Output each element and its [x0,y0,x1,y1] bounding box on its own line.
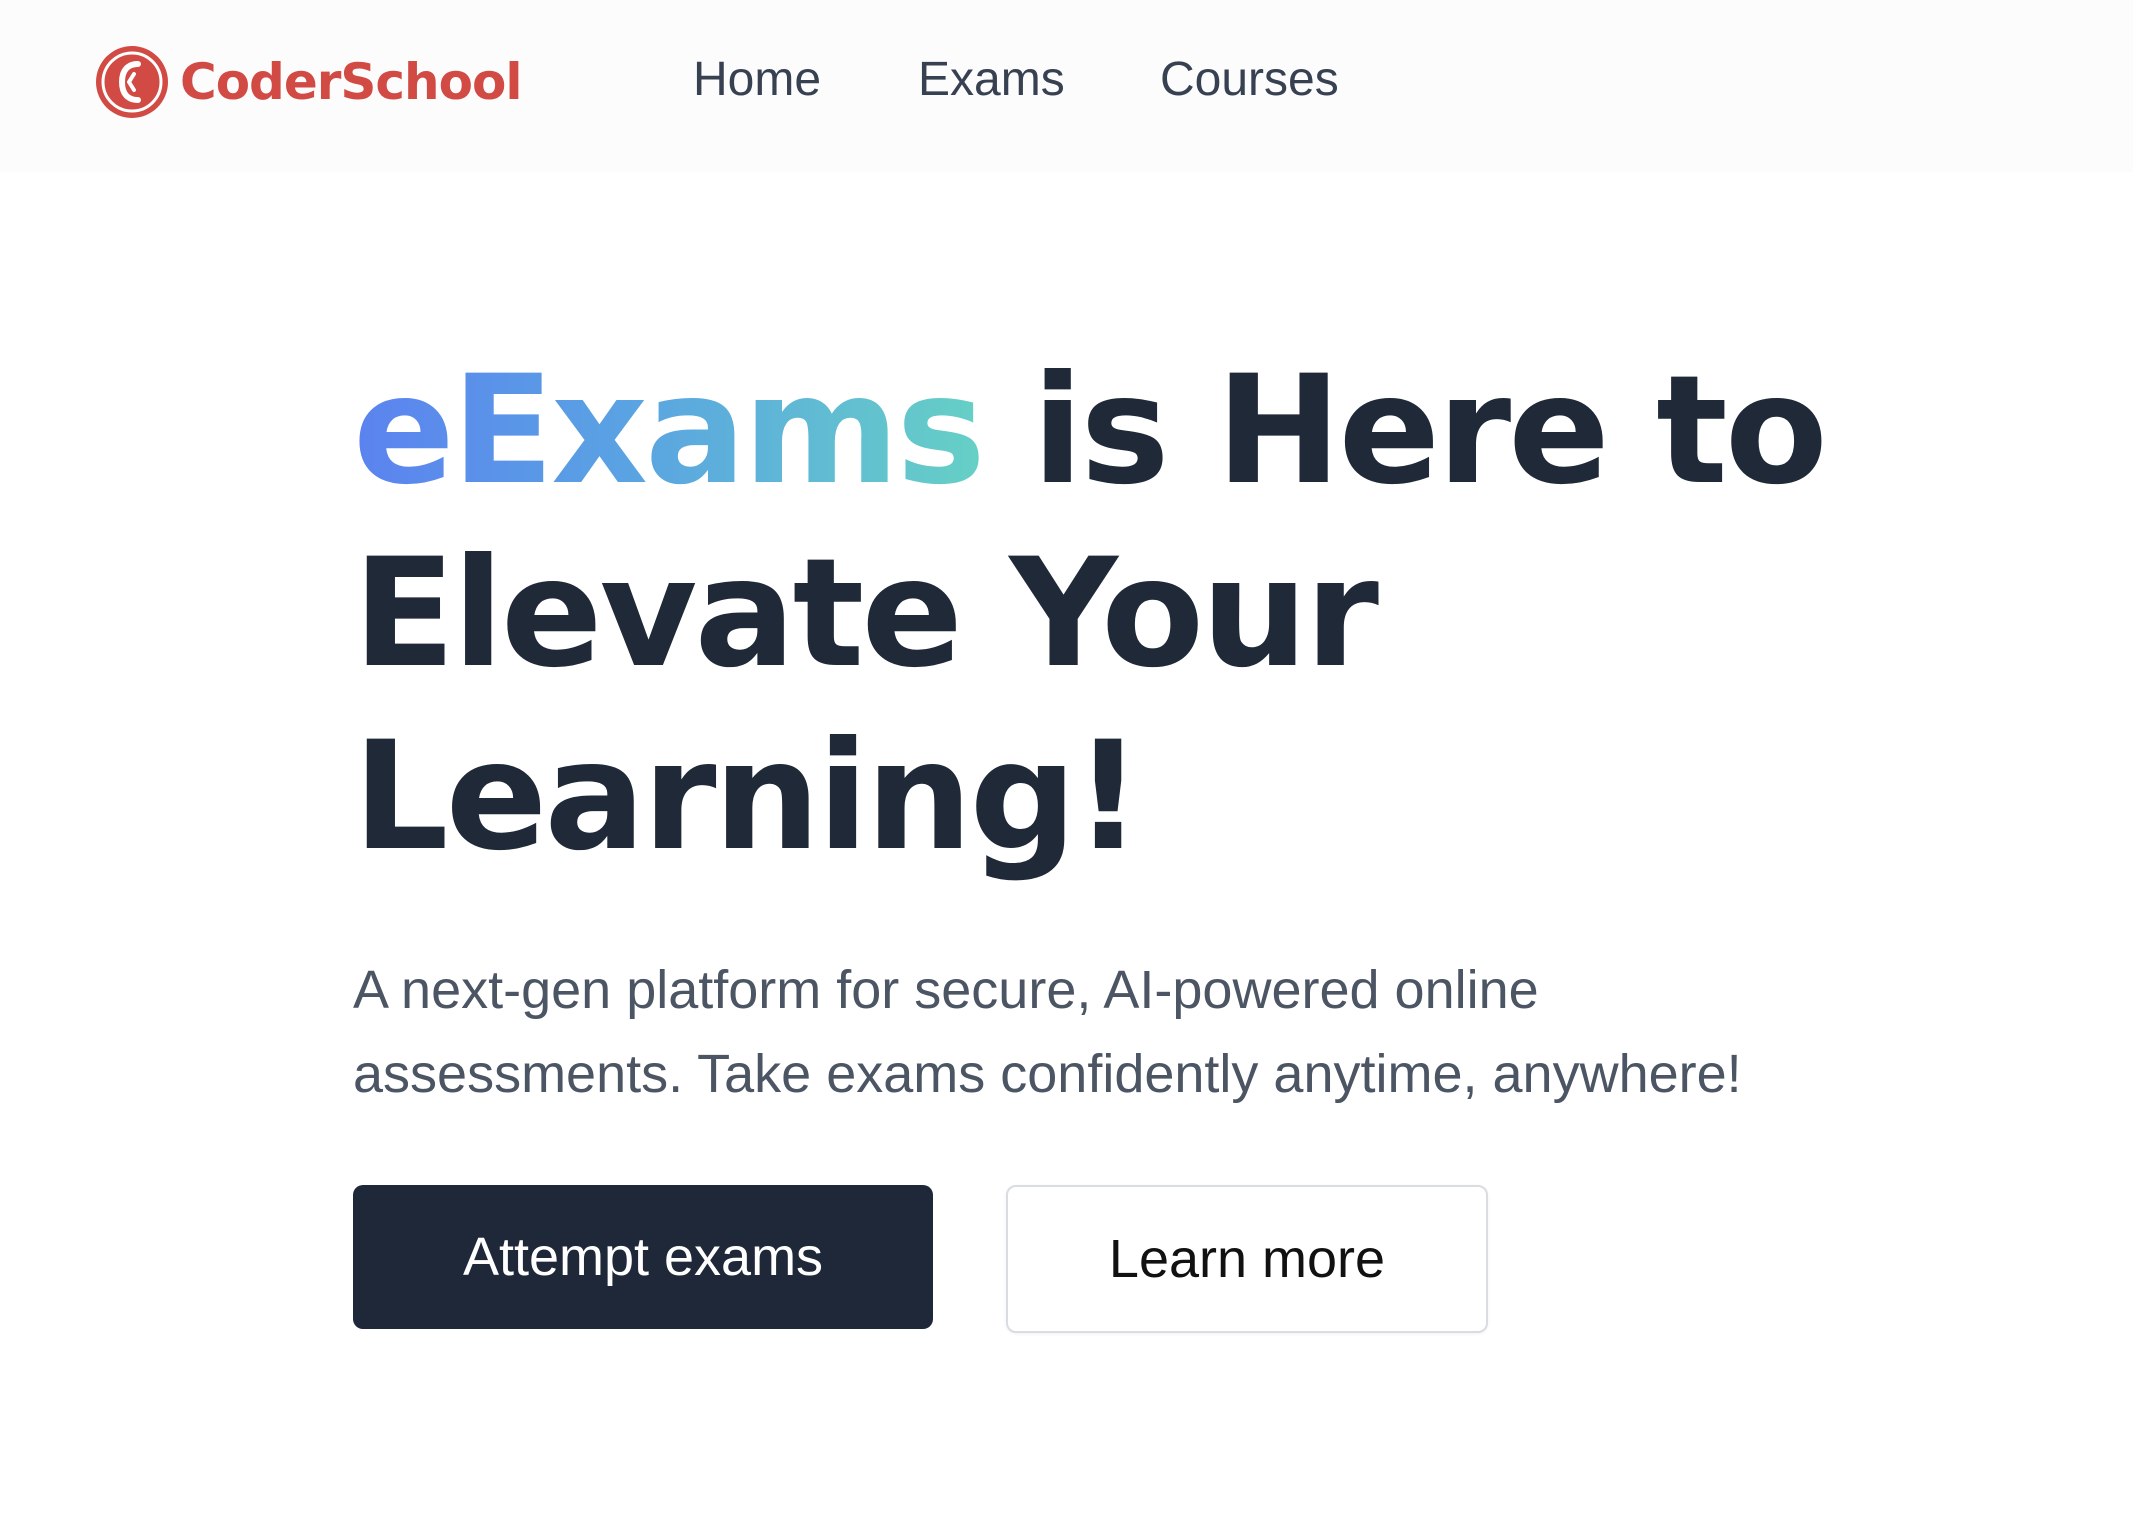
nav-exams-link[interactable]: Exams [918,56,1065,104]
learn-more-button[interactable]: Learn more [1006,1185,1488,1333]
hero-subtitle: A next-gen platform for secure, AI-power… [353,948,1913,1116]
nav-home-link[interactable]: Home [693,56,821,104]
coderschool-logo-icon [96,46,168,118]
headline-highlight: eExams [353,344,986,518]
nav-courses-link[interactable]: Courses [1160,56,1339,104]
subtitle-line2: assessments. Take exams confidently anyt… [353,1044,1742,1104]
hero-section: eExams is Here to Elevate Your Learning! [353,340,1853,889]
hero-headline: eExams is Here to Elevate Your Learning! [353,340,1853,889]
headline-line3: Learning! [353,710,1142,884]
subtitle-line1: A next-gen platform for secure, AI-power… [353,960,1539,1020]
top-navbar: CoderSchool Home Exams Courses [0,0,2133,172]
attempt-exams-button[interactable]: Attempt exams [353,1185,933,1329]
brand-name: CoderSchool [180,53,522,111]
coderschool-logo[interactable]: CoderSchool [94,44,522,120]
headline-line2: Elevate Your [353,527,1379,701]
headline-line1-rest: is Here to [982,344,1828,518]
